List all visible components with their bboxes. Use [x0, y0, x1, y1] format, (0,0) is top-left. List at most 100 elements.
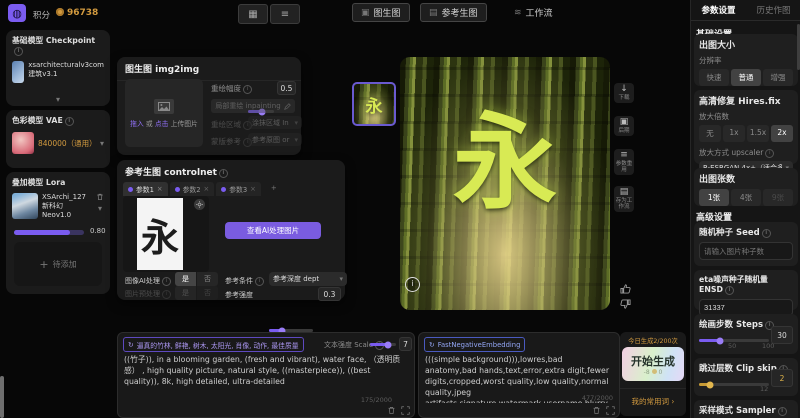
- tab-workflow[interactable]: ≋ 工作流: [514, 6, 553, 19]
- img2img-upload-dropzone[interactable]: 拖入 或 点击 上传图片: [125, 79, 203, 147]
- refresh-icon[interactable]: ↻: [429, 341, 435, 349]
- steps-value[interactable]: 30: [771, 326, 793, 344]
- image-info-icon[interactable]: i: [405, 277, 420, 292]
- upload-image-icon: [154, 99, 174, 114]
- info-icon[interactable]: i: [243, 85, 252, 94]
- info-icon[interactable]: i: [725, 286, 734, 295]
- controlnet-tab-1[interactable]: 参数1 ×: [123, 182, 168, 196]
- controlnet-reference-image[interactable]: 永: [137, 198, 183, 270]
- lora-card: 叠加模型 Lora XSArchi_127新科幻Neov1.0 ▾ 0.80 +…: [6, 172, 110, 294]
- controlnet-tab-3[interactable]: 参数3 ×: [216, 182, 261, 196]
- count-9[interactable]: 9张: [763, 189, 793, 206]
- favorites-link[interactable]: 我的常用词 ›: [620, 396, 686, 407]
- seed-input[interactable]: [699, 242, 793, 260]
- inpaint-button[interactable]: 局部重绘 inpainting: [211, 99, 295, 113]
- inpaint-button-label: 局部重绘 inpainting: [215, 101, 280, 111]
- clip-skip-slider[interactable]: [699, 383, 769, 386]
- image-count-card: 出图张数 1张 4张 9张: [694, 168, 798, 206]
- mask-ref-select[interactable]: 参考原图 or ▾: [248, 133, 302, 146]
- resolution-fast[interactable]: 快速: [699, 69, 729, 86]
- trash-icon[interactable]: [96, 193, 104, 201]
- positive-clear-button[interactable]: [387, 406, 396, 415]
- postprocess-button[interactable]: ▣ 后期: [614, 116, 634, 136]
- info-icon[interactable]: i: [162, 277, 171, 286]
- cfg-scale-slider[interactable]: [370, 343, 396, 346]
- generate-button[interactable]: 开始生成 -8 0: [622, 347, 684, 381]
- ref-condition-select[interactable]: 参考深度 dept ▾: [269, 272, 347, 286]
- reference-settings-icon[interactable]: [194, 199, 205, 210]
- tab-reference[interactable]: ▤ 参考生图: [420, 3, 487, 22]
- negative-expand-button[interactable]: [606, 406, 615, 415]
- lora-add-button[interactable]: + 待添加: [14, 242, 102, 286]
- info-icon[interactable]: i: [765, 149, 774, 158]
- resolution-enhanced[interactable]: 增强: [763, 69, 793, 86]
- controlnet-tab-1-label: 参数1: [136, 184, 154, 194]
- thumbs-down-button[interactable]: [620, 299, 631, 310]
- info-icon[interactable]: i: [762, 229, 771, 238]
- page-scrollbar[interactable]: [0, 376, 4, 418]
- toggle-no[interactable]: 否: [197, 286, 218, 300]
- denoise-value[interactable]: 0.5: [277, 81, 296, 95]
- clip-skip-value[interactable]: 2: [771, 369, 793, 387]
- checkpoint-thumbnail[interactable]: [12, 61, 24, 83]
- reuse-params-button[interactable]: ≡ 参数重用: [614, 149, 634, 175]
- count-4[interactable]: 4张: [731, 189, 761, 206]
- download-button[interactable]: ↓ 下载: [614, 83, 634, 103]
- positive-prompt-text[interactable]: ((竹子)), in a blooming garden, (fresh and…: [124, 355, 408, 399]
- info-icon[interactable]: i: [219, 169, 228, 178]
- info-icon[interactable]: i: [14, 47, 23, 56]
- toggle-yes[interactable]: 是: [175, 286, 196, 300]
- positive-prompt-chip[interactable]: ↻ 逼真的竹林, 鲜艳, 树木, 太阳光, 肖像, 动作, 最佳质量: [123, 337, 304, 352]
- upscale-2x[interactable]: 2x: [771, 125, 793, 142]
- inpaint-area-select[interactable]: 涂抹区域 In ▾: [248, 116, 302, 129]
- controlnet-tab-2[interactable]: 参数2 ×: [170, 182, 215, 196]
- preprocess-toggle[interactable]: 是 否: [175, 286, 218, 300]
- save-workflow-button[interactable]: ▤ 存为工作流: [614, 186, 634, 212]
- lora-thumbnail[interactable]: [12, 193, 38, 219]
- lora-model-name[interactable]: XSArchi_127新科幻Neov1.0: [42, 193, 92, 220]
- vae-thumbnail[interactable]: [12, 132, 34, 154]
- info-icon[interactable]: i: [65, 117, 74, 126]
- tab-parameter-settings[interactable]: 参数设置: [691, 4, 746, 16]
- upscale-1x[interactable]: 1x: [723, 125, 745, 142]
- upload-click-link[interactable]: 点击: [155, 120, 169, 128]
- cfg-scale-value[interactable]: 7: [399, 337, 412, 351]
- checkpoint-collapse-chevron-icon[interactable]: ▾: [6, 95, 110, 104]
- view-ai-processed-button[interactable]: 查看AI处理图片: [225, 222, 321, 239]
- checkpoint-model-name[interactable]: xsarchitecturalv3com建筑v3.1: [28, 61, 104, 83]
- resolution-normal[interactable]: 普通: [731, 69, 761, 86]
- toggle-no[interactable]: 否: [197, 272, 218, 286]
- lora-chevron-icon[interactable]: ▾: [98, 204, 102, 213]
- generated-image[interactable]: 永 i: [400, 57, 610, 310]
- info-icon[interactable]: i: [778, 407, 787, 416]
- negative-prompt-chip[interactable]: ↻ FastNegativeEmbedding: [424, 337, 525, 352]
- close-icon[interactable]: ×: [250, 185, 256, 193]
- tab-history[interactable]: 历史作图: [746, 4, 800, 16]
- negative-clear-button[interactable]: [592, 406, 601, 415]
- info-icon[interactable]: i: [255, 277, 264, 286]
- refresh-icon[interactable]: ↻: [128, 341, 134, 349]
- controlnet-title-text: 参考生图 controlnet: [125, 168, 217, 178]
- count-1[interactable]: 1张: [699, 189, 729, 206]
- close-icon[interactable]: ×: [204, 185, 210, 193]
- positive-expand-button[interactable]: [401, 406, 410, 415]
- app-logo-icon[interactable]: ◍: [8, 4, 26, 22]
- ai-process-toggle[interactable]: 是 否: [175, 272, 218, 286]
- vae-chevron-icon[interactable]: ▾: [100, 139, 104, 148]
- grid-view-icon[interactable]: ▦: [238, 4, 268, 24]
- ref-strength-value[interactable]: 0.3: [318, 287, 341, 301]
- result-thumbnail[interactable]: 永: [352, 82, 396, 126]
- toggle-yes[interactable]: 是: [175, 272, 196, 286]
- controlnet-add-tab-button[interactable]: +: [263, 182, 285, 196]
- thumbs-up-button[interactable]: [620, 283, 631, 294]
- preprocess-label-text: 图片预处理: [125, 290, 160, 298]
- vae-model-name[interactable]: 840000（通用）: [38, 138, 96, 149]
- lora-weight-slider[interactable]: [14, 230, 84, 235]
- steps-title-text: 绘画步数 Steps: [699, 320, 763, 330]
- tab-img2img[interactable]: ▣ 图生图: [352, 3, 410, 22]
- upscale-15x[interactable]: 1.5x: [747, 125, 769, 142]
- list-view-icon[interactable]: ≡: [270, 4, 300, 24]
- close-icon[interactable]: ×: [157, 185, 163, 193]
- upscale-none[interactable]: 无: [699, 125, 721, 142]
- upload-drag-link[interactable]: 拖入: [130, 120, 144, 128]
